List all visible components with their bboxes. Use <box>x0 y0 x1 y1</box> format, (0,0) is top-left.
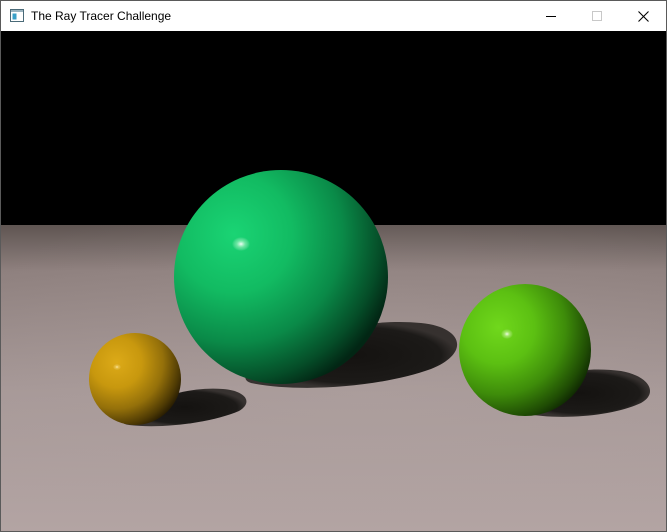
right-sphere <box>459 284 591 416</box>
close-button[interactable] <box>620 1 666 31</box>
title-bar[interactable]: The Ray Tracer Challenge <box>1 1 666 31</box>
left-sphere <box>89 333 181 425</box>
close-icon <box>637 10 649 22</box>
minimize-icon <box>546 16 556 17</box>
middle-sphere <box>174 170 388 384</box>
render-canvas <box>1 31 666 531</box>
minimize-button[interactable] <box>528 1 574 31</box>
middle-sphere-highlight <box>232 237 250 251</box>
left-sphere-highlight <box>113 364 121 370</box>
window-title: The Ray Tracer Challenge <box>31 9 172 23</box>
app-window: The Ray Tracer Challenge <box>0 0 667 532</box>
maximize-button[interactable] <box>574 1 620 31</box>
right-sphere-highlight <box>501 329 513 339</box>
maximize-icon <box>592 11 602 21</box>
window-app-icon <box>10 9 24 22</box>
